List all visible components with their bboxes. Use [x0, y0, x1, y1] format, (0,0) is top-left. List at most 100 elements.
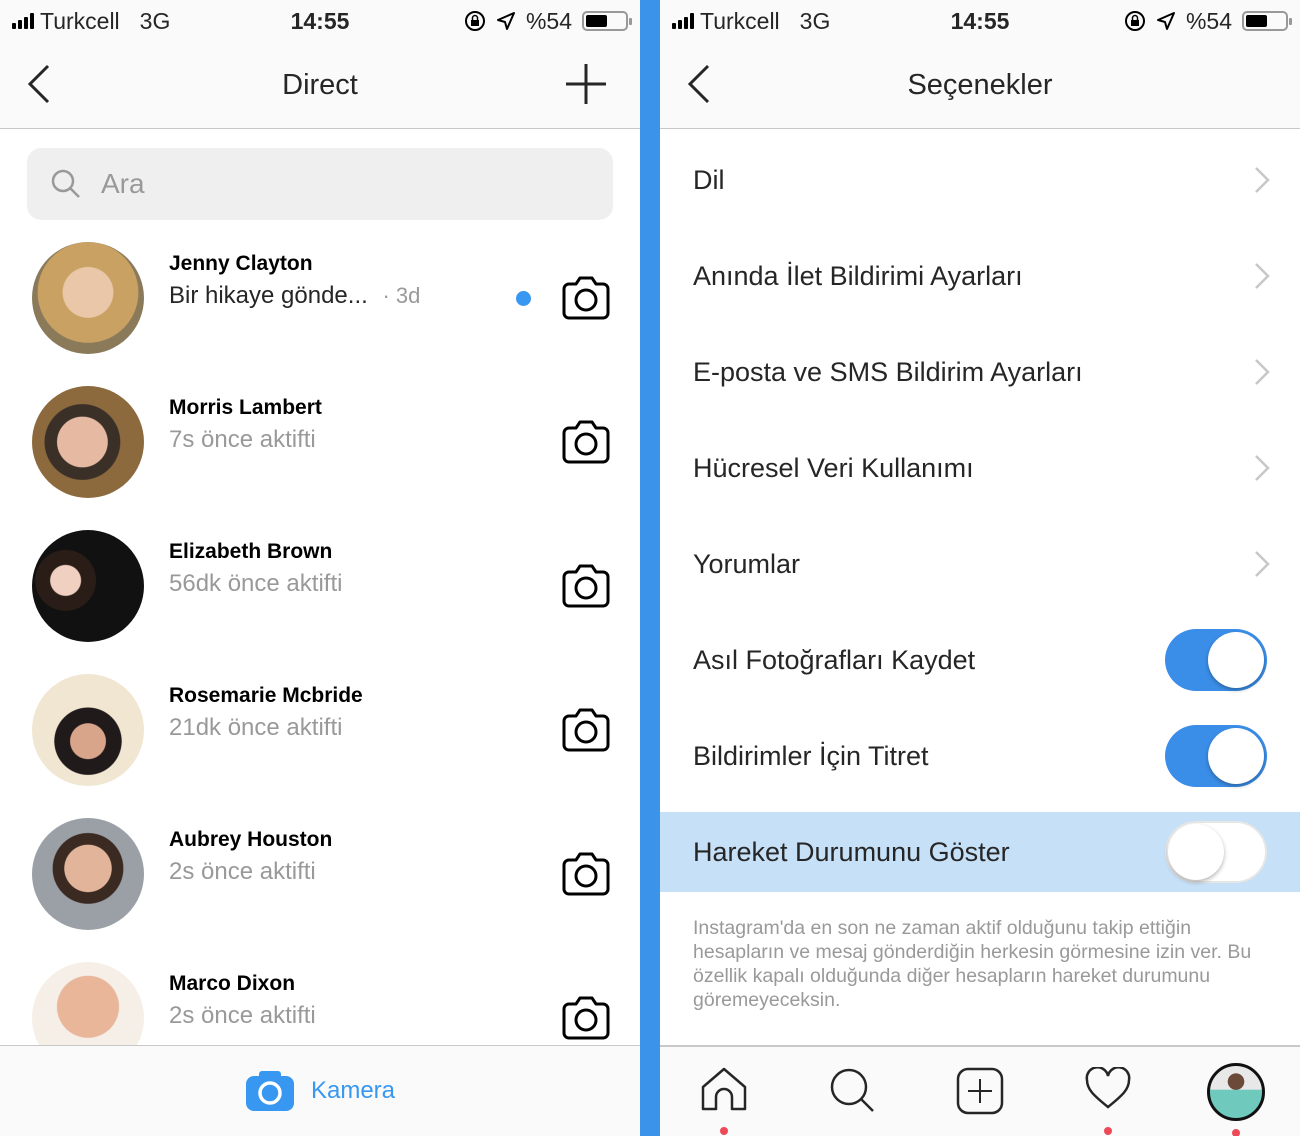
option-label: Asıl Fotoğrafları Kaydet	[693, 644, 976, 675]
option-row[interactable]: Anında İlet Bildirimi Ayarları	[660, 228, 1300, 324]
search-placeholder: Ara	[101, 168, 145, 199]
option-row[interactable]: Asıl Fotoğrafları Kaydet	[660, 612, 1300, 708]
tab-new-post[interactable]	[950, 1067, 1010, 1127]
chat-name: Aubrey Houston	[169, 828, 333, 851]
chat-name: Jenny Clayton	[169, 252, 313, 275]
camera-button[interactable]: Kamera	[0, 1045, 640, 1136]
chat-name: Rosemarie Mcbride	[169, 684, 363, 707]
chevron-right-icon	[1255, 263, 1270, 289]
camera-icon[interactable]	[561, 851, 611, 897]
clock: 14:55	[950, 7, 1010, 34]
tab-search[interactable]	[822, 1067, 882, 1127]
chat-row[interactable]: Rosemarie Mcbride 21dk önce aktifti	[0, 658, 640, 802]
camera-icon	[245, 1071, 294, 1111]
option-row[interactable]: Dil	[660, 132, 1300, 228]
location-icon	[496, 12, 515, 30]
search-icon	[830, 1068, 874, 1112]
network: 3G	[139, 7, 171, 34]
notification-dot	[1104, 1127, 1112, 1135]
back-icon[interactable]	[26, 64, 52, 104]
search-icon	[51, 169, 80, 198]
chat-subtitle: 21dk önce aktifti	[169, 714, 343, 741]
option-label: Hücresel Veri Kullanımı	[693, 452, 974, 483]
avatar[interactable]	[32, 386, 144, 498]
avatar[interactable]	[32, 530, 144, 642]
battery-percent: %54	[1185, 7, 1232, 34]
tab-home[interactable]	[694, 1067, 754, 1135]
chat-row[interactable]: Aubrey Houston 2s önce aktifti	[0, 802, 640, 946]
nav-bar: Seçenekler	[660, 42, 1300, 129]
signal-icon	[672, 13, 694, 29]
camera-icon[interactable]	[561, 419, 611, 465]
camera-icon[interactable]	[561, 275, 611, 321]
notification-dot	[1232, 1129, 1240, 1136]
option-row[interactable]: E-posta ve SMS Bildirim Ayarları	[660, 324, 1300, 420]
option-row[interactable]: Bildirimler İçin Titret	[660, 708, 1300, 804]
chat-name: Elizabeth Brown	[169, 540, 333, 563]
battery-icon	[1242, 11, 1292, 31]
option-label: Yorumlar	[693, 548, 801, 579]
option-label: E-posta ve SMS Bildirim Ayarları	[693, 356, 1083, 387]
toggle-switch[interactable]	[1165, 821, 1267, 883]
page-title: Seçenekler	[907, 68, 1053, 101]
battery-percent: %54	[525, 7, 572, 34]
page-title: Direct	[282, 68, 358, 101]
new-message-icon[interactable]	[566, 64, 606, 104]
profile-avatar	[1207, 1063, 1265, 1121]
rotation-lock-icon	[1124, 11, 1145, 31]
status-bar: Turkcell 3G 14:55 %54	[660, 0, 1300, 42]
chat-subtitle: 7s önce aktifti	[169, 426, 316, 453]
direct-screen: Turkcell 3G 14:55 %54 Direct Ara Jenny Cl…	[0, 0, 640, 1136]
rotation-lock-icon	[464, 11, 485, 31]
carrier: Turkcell	[700, 7, 780, 34]
options-screen: Turkcell 3G 14:55 %54 Seçenekler Dil Anınd…	[660, 0, 1300, 1136]
toggle-switch[interactable]	[1165, 629, 1267, 691]
chevron-right-icon	[1255, 551, 1270, 577]
notification-dot	[720, 1127, 728, 1135]
add-post-icon	[956, 1067, 1004, 1115]
chevron-right-icon	[1255, 167, 1270, 193]
chat-name: Marco Dixon	[169, 972, 296, 995]
back-icon[interactable]	[686, 64, 712, 104]
battery-icon	[582, 11, 632, 31]
option-row[interactable]: Hareket Durumunu Göster	[660, 812, 1300, 892]
home-icon	[701, 1067, 747, 1111]
location-icon	[1156, 12, 1175, 30]
tab-bar	[660, 1045, 1300, 1136]
camera-icon[interactable]	[561, 707, 611, 753]
activity-status-description: Instagram'da en son ne zaman aktif olduğ…	[693, 917, 1252, 1011]
avatar[interactable]	[32, 674, 144, 786]
tab-activity[interactable]	[1078, 1067, 1138, 1135]
avatar[interactable]	[32, 242, 144, 354]
heart-icon	[1085, 1067, 1131, 1109]
option-label: Dil	[693, 164, 725, 195]
unread-dot	[516, 291, 531, 306]
signal-icon	[12, 13, 34, 29]
option-row[interactable]: Hücresel Veri Kullanımı	[660, 420, 1300, 516]
carrier: Turkcell	[40, 7, 120, 34]
chat-subtitle: 56dk önce aktifti	[169, 570, 343, 597]
tab-profile[interactable]	[1206, 1063, 1266, 1136]
search-input[interactable]: Ara	[27, 148, 613, 220]
option-row[interactable]: Yorumlar	[660, 516, 1300, 612]
chat-name: Morris Lambert	[169, 396, 322, 419]
chat-row[interactable]: Jenny Clayton Bir hikaye gönde... · 3d	[0, 226, 640, 370]
option-label: Anında İlet Bildirimi Ayarları	[693, 260, 1023, 291]
nav-bar: Direct	[0, 42, 640, 129]
chat-time: · 3d	[382, 283, 421, 308]
chat-subtitle: 2s önce aktifti	[169, 1002, 316, 1029]
avatar[interactable]	[32, 818, 144, 930]
option-label: Bildirimler İçin Titret	[693, 740, 929, 771]
network: 3G	[799, 7, 831, 34]
chat-row[interactable]: Morris Lambert 7s önce aktifti	[0, 370, 640, 514]
chevron-right-icon	[1255, 455, 1270, 481]
clock: 14:55	[290, 7, 350, 34]
camera-label: Kamera	[310, 1077, 396, 1104]
chat-row[interactable]: Elizabeth Brown 56dk önce aktifti	[0, 514, 640, 658]
toggle-switch[interactable]	[1165, 725, 1267, 787]
option-label: Hareket Durumunu Göster	[693, 836, 1010, 867]
status-bar: Turkcell 3G 14:55 %54	[0, 0, 640, 42]
camera-icon[interactable]	[561, 563, 611, 609]
chat-subtitle: 2s önce aktifti	[169, 858, 316, 885]
camera-icon[interactable]	[561, 995, 611, 1041]
